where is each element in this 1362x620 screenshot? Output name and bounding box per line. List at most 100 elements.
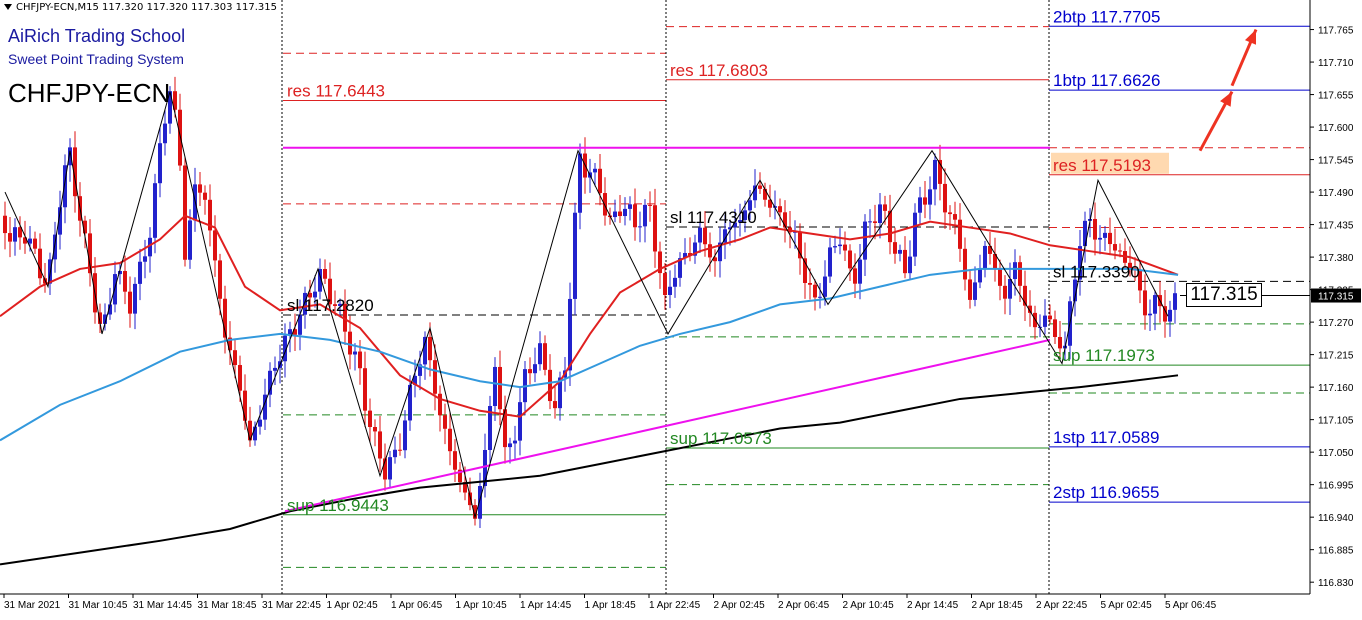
candle-body [398, 449, 402, 451]
candle-body [568, 298, 572, 371]
candle-body [968, 279, 972, 300]
candle-body [1153, 295, 1157, 314]
candle-body [348, 331, 352, 355]
candle-body [183, 165, 187, 260]
y-tick-label: 117.655 [1318, 91, 1354, 102]
candle-body [353, 351, 357, 355]
candle-body [913, 212, 917, 257]
candle-body [1113, 244, 1117, 251]
candle-body [668, 286, 672, 295]
candle-body [838, 244, 842, 247]
x-tick-label: 1 Apr 02:45 [327, 600, 379, 611]
candle-body [673, 277, 677, 287]
candle-body [653, 205, 657, 252]
y-tick-label: 117.270 [1318, 318, 1354, 329]
candle-body [873, 221, 877, 223]
candle-body [928, 189, 932, 205]
x-tick-label: 2 Apr 10:45 [843, 600, 895, 611]
candle-body [233, 350, 237, 366]
candle-body [1168, 309, 1172, 322]
candle-body [38, 248, 42, 279]
candle-body [373, 427, 377, 432]
candle-body [878, 204, 882, 223]
candle-body [528, 369, 532, 374]
candle-body [453, 451, 457, 470]
y-tick-label: 117.105 [1318, 416, 1354, 427]
x-tick-label: 1 Apr 14:45 [520, 600, 572, 611]
candle-body [923, 197, 927, 205]
y-tick-label: 117.160 [1318, 383, 1354, 394]
x-tick-label: 2 Apr 18:45 [972, 600, 1024, 611]
level-label: res 117.6443 [287, 81, 385, 100]
candle-body [33, 238, 37, 249]
candle-body [428, 336, 432, 361]
candle-body [403, 420, 407, 451]
candle-body [1083, 220, 1087, 247]
level-label: 2btp 117.7705 [1053, 7, 1160, 26]
x-tick-label: 2 Apr 06:45 [778, 600, 830, 611]
candle-body [903, 249, 907, 274]
candle-body [388, 457, 392, 480]
candle-body [858, 259, 862, 284]
candle-body [708, 244, 712, 258]
candle-body [963, 248, 967, 280]
candle-body [478, 486, 482, 519]
level-label: 2stp 116.9655 [1053, 483, 1160, 502]
candle-body [323, 268, 327, 279]
candle-body [978, 269, 982, 283]
candle-body [13, 227, 17, 242]
candle-body [998, 268, 1002, 286]
level-label: res 117.5193 [1053, 156, 1151, 175]
candle-body [613, 211, 617, 218]
candle-body [813, 284, 817, 298]
candle-body [443, 415, 447, 429]
candle-body [553, 401, 557, 409]
candle-body [898, 249, 902, 254]
candle-body [188, 220, 192, 260]
dropdown-triangle-icon[interactable] [4, 4, 12, 10]
x-tick-label: 31 Mar 22:45 [262, 600, 321, 611]
candle-body [518, 402, 522, 441]
candle-body [573, 212, 577, 299]
y-tick-label: 117.490 [1318, 188, 1354, 199]
y-tick-label: 117.545 [1318, 156, 1354, 167]
candle-body [853, 268, 857, 284]
candle-body [213, 230, 217, 261]
candle-body [143, 256, 147, 262]
y-tick-label: 117.600 [1318, 123, 1354, 134]
price-chart: res 117.6443 sl 117.2820 sup 116.9443 res 1… [0, 0, 1362, 615]
candle-body [633, 204, 637, 228]
candle-body [703, 227, 707, 245]
x-tick-label: 1 Apr 06:45 [391, 600, 443, 611]
x-tick-label: 1 Apr 22:45 [649, 600, 701, 611]
instrument-header: CHFJPY-ECN,M15 117.320 117.320 117.303 1… [4, 2, 277, 13]
candle-body [958, 219, 962, 249]
level-label: sup 117.1973 [1053, 346, 1155, 365]
candle-body [1013, 262, 1017, 280]
candle-body [198, 184, 202, 193]
candle-body [973, 282, 977, 300]
candle-body [623, 208, 627, 217]
current-price-tag: 117.315 [1318, 292, 1354, 303]
candle-body [983, 245, 987, 270]
candle-body [513, 440, 517, 444]
x-tick-label: 31 Mar 18:45 [198, 600, 257, 611]
y-tick-label: 117.765 [1318, 26, 1354, 37]
candle-body [8, 233, 12, 242]
level-label: sup 117.0573 [670, 429, 772, 448]
candle-body [863, 221, 867, 260]
candle-body [358, 351, 362, 369]
candle-body [368, 410, 372, 428]
candle-body [1098, 237, 1102, 240]
candle-body [868, 221, 872, 223]
candle-body [848, 250, 852, 269]
candle-body [1093, 218, 1097, 240]
current-price-box: 117.315 [1186, 283, 1262, 307]
candle-body [3, 215, 7, 234]
candle-body [808, 282, 812, 285]
candle-body [533, 364, 537, 374]
level-label: sl 117.4310 [670, 208, 757, 227]
candle-body [638, 226, 642, 228]
candle-body [448, 428, 452, 452]
level-label: 1btp 117.6626 [1053, 71, 1160, 90]
